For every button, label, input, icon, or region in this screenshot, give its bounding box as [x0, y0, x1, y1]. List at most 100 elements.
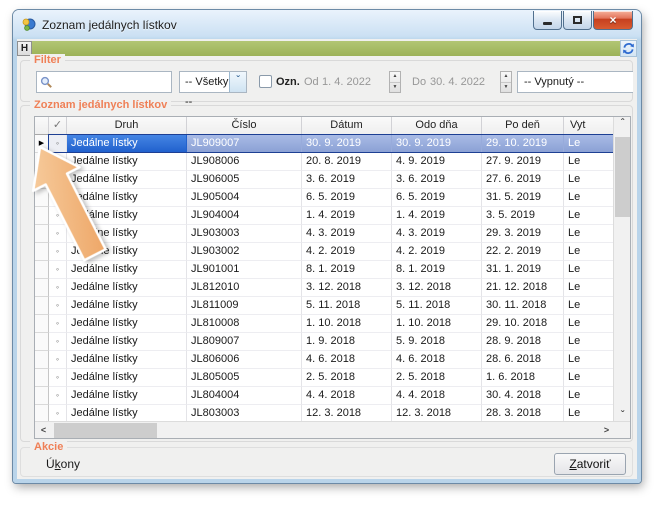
cell-datum: 5. 11. 2018	[302, 297, 392, 315]
cell-datum: 20. 8. 2019	[302, 153, 392, 171]
cell-odo-dna: 4. 9. 2019	[392, 153, 482, 171]
cell-po-den: 29. 10. 2018	[482, 315, 564, 333]
window-controls: ×	[533, 11, 633, 30]
table-row[interactable]: ◦Jedálne lístkyJL8040044. 4. 20184. 4. 2…	[35, 387, 615, 405]
scroll-left-icon[interactable]: <	[35, 422, 52, 439]
column-header-check[interactable]: ✓	[49, 117, 67, 134]
cell-po-den: 27. 6. 2019	[482, 171, 564, 189]
record-dot-cell: ◦	[49, 225, 67, 243]
table-row[interactable]: ◦Jedálne lístkyJL9030024. 2. 20194. 2. 2…	[35, 243, 615, 261]
maximize-button[interactable]	[563, 11, 592, 30]
cell-cislo: JL805005	[187, 369, 302, 387]
cell-odo-dna: 1. 10. 2018	[392, 315, 482, 333]
spinner-down-icon[interactable]: ▼	[501, 82, 511, 92]
spinner-down-icon[interactable]: ▼	[390, 82, 400, 92]
cell-datum: 3. 12. 2018	[302, 279, 392, 297]
do-date-spinner[interactable]: ▲ ▼	[500, 71, 512, 93]
ukony-button[interactable]: Úkony	[46, 457, 80, 471]
od-date-spinner[interactable]: ▲ ▼	[389, 71, 401, 93]
cell-datum: 3. 6. 2019	[302, 171, 392, 189]
do-date-value[interactable]: 30. 4. 2022	[430, 75, 485, 89]
minimize-button[interactable]	[533, 11, 562, 30]
cell-druh: Jedálne lístky	[67, 135, 187, 153]
cell-vyt: Le	[564, 315, 615, 333]
column-header-odo-dna[interactable]: Odo dňa	[392, 117, 482, 134]
row-indicator-cell: ▶	[35, 135, 49, 153]
status-dropdown[interactable]: -- Vypnutý --	[517, 71, 633, 93]
row-indicator-cell	[35, 351, 49, 369]
cell-druh: Jedálne lístky	[67, 207, 187, 225]
cell-druh: Jedálne lístky	[67, 279, 187, 297]
cell-cislo: JL809007	[187, 333, 302, 351]
cell-po-den: 30. 11. 2018	[482, 297, 564, 315]
record-dot-cell: ◦	[49, 261, 67, 279]
cell-datum: 1. 10. 2018	[302, 315, 392, 333]
table-row[interactable]: ◦Jedálne lístkyJL9050046. 5. 20196. 5. 2…	[35, 189, 615, 207]
table-row[interactable]: ▶◦Jedálne lístkyJL90900730. 9. 201930. 9…	[35, 135, 615, 153]
cell-cislo: JL908006	[187, 153, 302, 171]
table-row[interactable]: ◦Jedálne lístkyJL9060053. 6. 20193. 6. 2…	[35, 171, 615, 189]
spinner-up-icon[interactable]: ▲	[501, 72, 511, 82]
cell-vyt: Le	[564, 207, 615, 225]
column-header-vyt[interactable]: Vyt	[564, 117, 615, 134]
table-row[interactable]: ◦Jedálne lístkyJL9040041. 4. 20191. 4. 2…	[35, 207, 615, 225]
cell-po-den: 28. 9. 2018	[482, 333, 564, 351]
record-dot-cell: ◦	[49, 387, 67, 405]
table-row[interactable]: ◦Jedálne lístkyJL8060064. 6. 20184. 6. 2…	[35, 351, 615, 369]
record-dot-cell: ◦	[49, 333, 67, 351]
vertical-scrollbar-thumb[interactable]	[615, 137, 630, 217]
titlebar[interactable]: Zoznam jedálnych lístkov ×	[13, 10, 641, 39]
cell-odo-dna: 2. 5. 2018	[392, 369, 482, 387]
search-icon	[40, 76, 53, 89]
column-header-druh[interactable]: Druh	[67, 117, 187, 134]
cell-odo-dna: 30. 9. 2019	[392, 135, 482, 153]
cell-odo-dna: 4. 6. 2018	[392, 351, 482, 369]
cell-druh: Jedálne lístky	[67, 333, 187, 351]
ozn-checkbox[interactable]	[259, 75, 272, 88]
cell-cislo: JL812010	[187, 279, 302, 297]
cell-vyt: Le	[564, 297, 615, 315]
cell-cislo: JL906005	[187, 171, 302, 189]
type-dropdown[interactable]: -- Všetky -- ˇ	[179, 71, 247, 93]
spinner-up-icon[interactable]: ▲	[390, 72, 400, 82]
cell-datum: 6. 5. 2019	[302, 189, 392, 207]
app-icon	[21, 17, 37, 33]
table-row[interactable]: ◦Jedálne lístkyJL90800620. 8. 20194. 9. …	[35, 153, 615, 171]
column-header-po-den[interactable]: Po deň	[482, 117, 564, 134]
chevron-down-icon[interactable]: ˇ	[229, 72, 246, 92]
maximize-icon	[573, 16, 582, 24]
cell-po-den: 1. 6. 2018	[482, 369, 564, 387]
search-input[interactable]	[36, 71, 172, 93]
cell-cislo: JL804004	[187, 387, 302, 405]
cell-druh: Jedálne lístky	[67, 225, 187, 243]
horizontal-scrollbar[interactable]: < >	[35, 421, 615, 438]
table-row[interactable]: ◦Jedálne lístkyJL8100081. 10. 20181. 10.…	[35, 315, 615, 333]
zatvorit-button[interactable]: Zatvoriť	[554, 453, 626, 475]
scroll-up-icon[interactable]: ˆ	[614, 117, 631, 134]
cell-po-den: 21. 12. 2018	[482, 279, 564, 297]
table-row[interactable]: ◦Jedálne lístkyJL8050052. 5. 20182. 5. 2…	[35, 369, 615, 387]
cell-vyt: Le	[564, 351, 615, 369]
od-date-value[interactable]: 1. 4. 2022	[322, 75, 371, 89]
cell-po-den: 31. 1. 2019	[482, 261, 564, 279]
close-button[interactable]: ×	[593, 11, 633, 30]
vertical-scrollbar[interactable]: ˆ ˇ	[613, 117, 630, 423]
table-row[interactable]: ◦Jedálne lístkyJL9030034. 3. 20194. 3. 2…	[35, 225, 615, 243]
cell-datum: 1. 9. 2018	[302, 333, 392, 351]
row-indicator-cell	[35, 153, 49, 171]
column-header-indicator[interactable]	[35, 117, 49, 134]
cell-po-den: 29. 10. 2019	[482, 135, 564, 153]
table-row[interactable]: ◦Jedálne lístkyJL9010018. 1. 20198. 1. 2…	[35, 261, 615, 279]
table-row[interactable]: ◦Jedálne lístkyJL8120103. 12. 20183. 12.…	[35, 279, 615, 297]
refresh-button[interactable]	[620, 40, 637, 57]
cell-po-den: 29. 3. 2019	[482, 225, 564, 243]
table-row[interactable]: ◦Jedálne lístkyJL8110095. 11. 20185. 11.…	[35, 297, 615, 315]
cell-po-den: 28. 6. 2018	[482, 351, 564, 369]
cell-cislo: JL903003	[187, 225, 302, 243]
table-row[interactable]: ◦Jedálne lístkyJL8090071. 9. 20185. 9. 2…	[35, 333, 615, 351]
column-header-datum[interactable]: Dátum	[302, 117, 392, 134]
horizontal-scrollbar-thumb[interactable]	[54, 423, 157, 438]
column-header-cislo[interactable]: Číslo	[187, 117, 302, 134]
cell-odo-dna: 4. 2. 2019	[392, 243, 482, 261]
search-text-field[interactable]	[53, 73, 165, 91]
